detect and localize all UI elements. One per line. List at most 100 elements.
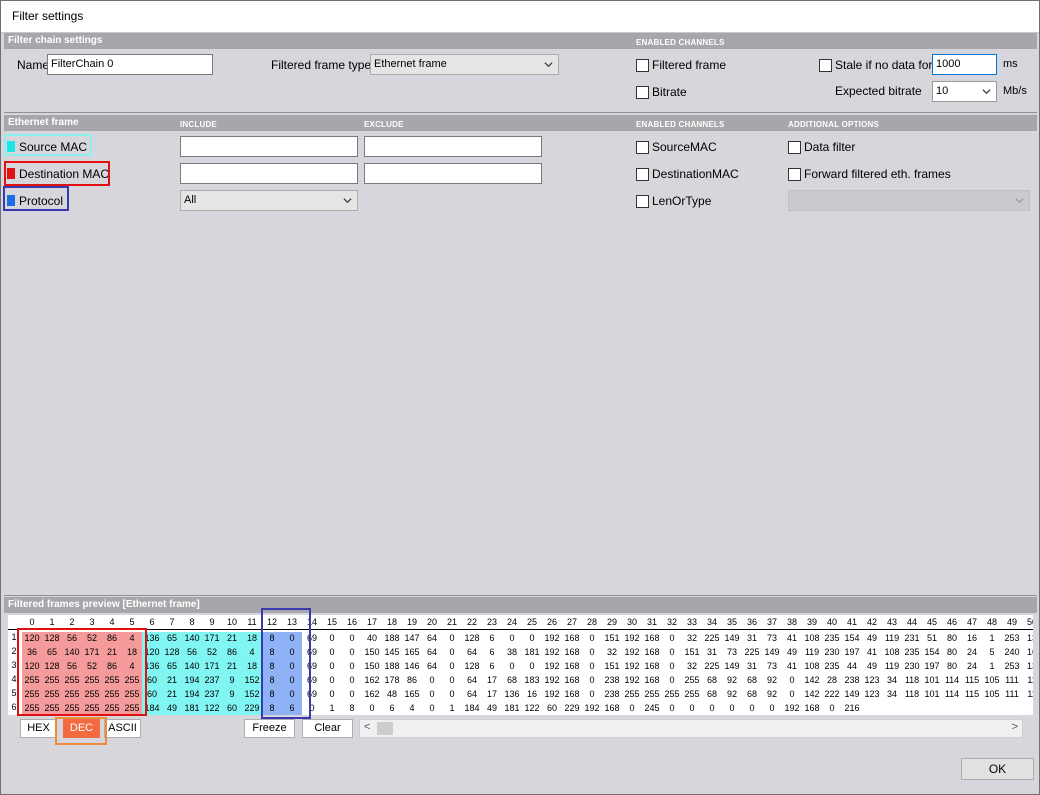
grid-cell[interactable]: 1 xyxy=(982,660,1002,674)
grid-cell[interactable]: 192 xyxy=(542,646,562,660)
grid-cell[interactable]: 64 xyxy=(422,632,442,646)
grid-cell[interactable]: 32 xyxy=(682,632,702,646)
grid-cell[interactable]: 229 xyxy=(242,702,262,715)
grid-cell[interactable]: 0 xyxy=(582,674,602,688)
grid-cell[interactable]: 0 xyxy=(662,646,682,660)
name-input[interactable]: FilterChain 0 xyxy=(47,54,213,75)
grid-cell[interactable]: 168 xyxy=(562,660,582,674)
grid-cell[interactable]: 0 xyxy=(582,688,602,702)
grid-cell[interactable] xyxy=(882,702,902,715)
grid-cell[interactable]: 0 xyxy=(582,632,602,646)
grid-cell[interactable]: 92 xyxy=(762,674,782,688)
grid-cell[interactable]: 6 xyxy=(482,632,502,646)
grid-cell[interactable]: 0 xyxy=(742,702,762,715)
grid-cell[interactable]: 225 xyxy=(702,660,722,674)
grid-cell[interactable]: 16 xyxy=(522,688,542,702)
len-or-type-channel-checkbox[interactable]: LenOrType xyxy=(636,194,711,208)
grid-cell[interactable]: 0 xyxy=(522,660,542,674)
destination-mac-channel-checkbox[interactable]: DestinationMAC xyxy=(636,167,739,181)
grid-cell[interactable]: 18 xyxy=(242,632,262,646)
grid-cell[interactable]: 168 xyxy=(642,660,662,674)
grid-cell[interactable]: 149 xyxy=(722,660,742,674)
grid-cell[interactable]: 92 xyxy=(762,688,782,702)
grid-cell[interactable]: 65 xyxy=(162,660,182,674)
grid-cell[interactable]: 6 xyxy=(382,702,402,715)
grid-cell[interactable]: 151 xyxy=(602,632,622,646)
grid-cell[interactable]: 0 xyxy=(442,646,462,660)
grid-cell[interactable]: 0 xyxy=(322,632,342,646)
grid-cell[interactable]: 0 xyxy=(662,660,682,674)
grid-cell[interactable]: 8 xyxy=(342,702,362,715)
grid-cell[interactable]: 162 xyxy=(362,688,382,702)
destination-mac-include-input[interactable] xyxy=(180,163,358,184)
grid-cell[interactable]: 0 xyxy=(422,674,442,688)
grid-cell[interactable]: 108 xyxy=(882,646,902,660)
grid-cell[interactable]: 171 xyxy=(202,632,222,646)
grid-cell[interactable]: 192 xyxy=(542,688,562,702)
grid-cell[interactable]: 151 xyxy=(602,660,622,674)
grid-cell[interactable]: 0 xyxy=(662,674,682,688)
grid-cell[interactable]: 149 xyxy=(842,688,862,702)
grid-cell[interactable]: 68 xyxy=(502,674,522,688)
grid-cell[interactable]: 231 xyxy=(902,632,922,646)
grid-cell[interactable]: 255 xyxy=(662,688,682,702)
clear-button[interactable]: Clear xyxy=(302,719,353,738)
grid-cell[interactable]: 65 xyxy=(162,632,182,646)
grid-cell[interactable]: 0 xyxy=(422,702,442,715)
grid-cell[interactable] xyxy=(922,702,942,715)
grid-cell[interactable]: 238 xyxy=(602,674,622,688)
grid-cell[interactable]: 123 xyxy=(862,688,882,702)
grid-cell[interactable]: 235 xyxy=(822,660,842,674)
grid-cell[interactable]: 31 xyxy=(702,646,722,660)
grid-cell[interactable]: 192 xyxy=(782,702,802,715)
grid-cell[interactable]: 52 xyxy=(202,646,222,660)
grid-cell[interactable]: 225 xyxy=(742,646,762,660)
grid-cell[interactable]: 0 xyxy=(342,660,362,674)
grid-cell[interactable]: 192 xyxy=(622,632,642,646)
grid-cell[interactable]: 105 xyxy=(982,674,1002,688)
grid-cell[interactable]: 0 xyxy=(322,646,342,660)
stale-checkbox[interactable]: Stale if no data for xyxy=(819,58,932,72)
grid-cell[interactable]: 128 xyxy=(162,646,182,660)
grid-cell[interactable]: 92 xyxy=(722,674,742,688)
grid-cell[interactable]: 162 xyxy=(362,674,382,688)
grid-cell[interactable]: 64 xyxy=(422,646,442,660)
grid-cell[interactable]: 152 xyxy=(242,674,262,688)
grid-cell[interactable]: 21 xyxy=(222,632,242,646)
grid-cell[interactable]: 68 xyxy=(702,674,722,688)
grid-cell[interactable]: 4 xyxy=(242,646,262,660)
grid-cell[interactable]: 181 xyxy=(522,646,542,660)
grid-cell[interactable]: 108 xyxy=(802,632,822,646)
grid-cell[interactable]: 0 xyxy=(702,702,722,715)
grid-cell[interactable]: 32 xyxy=(602,646,622,660)
grid-cell[interactable]: 192 xyxy=(622,646,642,660)
grid-cell[interactable]: 192 xyxy=(622,674,642,688)
grid-cell[interactable]: 184 xyxy=(462,702,482,715)
grid-cell[interactable] xyxy=(982,702,1002,715)
grid-cell[interactable] xyxy=(962,702,982,715)
grid-cell[interactable]: 1 xyxy=(322,702,342,715)
grid-cell[interactable]: 1 xyxy=(982,632,1002,646)
grid-cell[interactable]: 255 xyxy=(682,688,702,702)
grid-cell[interactable]: 255 xyxy=(622,688,642,702)
protocol-select[interactable]: All xyxy=(180,190,358,211)
grid-cell[interactable]: 24 xyxy=(962,646,982,660)
grid-cell[interactable]: 41 xyxy=(862,646,882,660)
grid-cell[interactable]: 0 xyxy=(722,702,742,715)
grid-cell[interactable]: 0 xyxy=(322,660,342,674)
grid-cell[interactable]: 0 xyxy=(582,660,602,674)
grid-cell[interactable]: 1 xyxy=(442,702,462,715)
grid-cell[interactable]: 123 xyxy=(862,674,882,688)
grid-cell[interactable] xyxy=(1022,702,1033,715)
grid-cell[interactable]: 108 xyxy=(802,660,822,674)
grid-cell[interactable]: 5 xyxy=(982,646,1002,660)
grid-cell[interactable]: 136 xyxy=(502,688,522,702)
hex-view-button[interactable]: HEX xyxy=(20,719,57,738)
bitrate-checkbox[interactable]: Bitrate xyxy=(636,85,687,99)
grid-cell[interactable]: 192 xyxy=(542,660,562,674)
grid-cell[interactable]: 240 xyxy=(1002,646,1022,660)
grid-cell[interactable]: 18 xyxy=(242,660,262,674)
grid-cell[interactable]: 0 xyxy=(782,674,802,688)
grid-cell[interactable]: 0 xyxy=(822,702,842,715)
grid-cell[interactable]: 168 xyxy=(562,688,582,702)
